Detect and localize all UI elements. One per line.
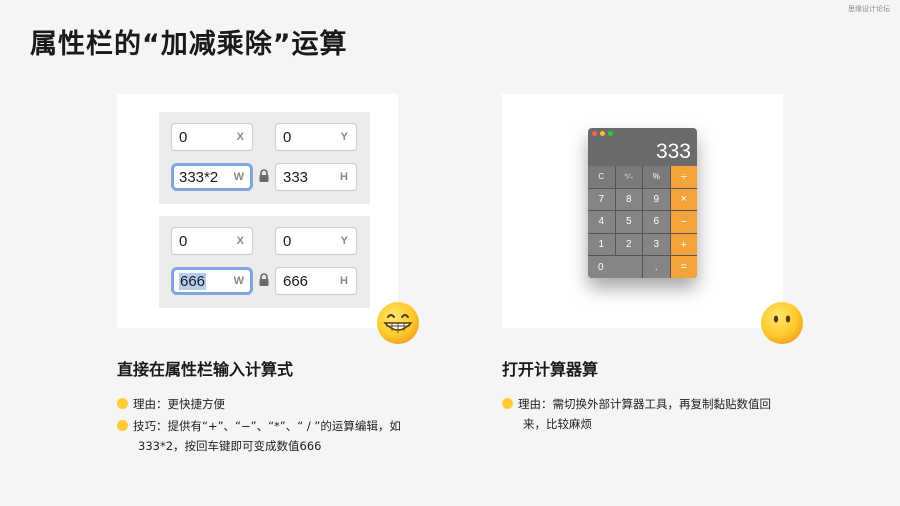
- neutral-face-icon: [502, 398, 513, 409]
- percent-key[interactable]: %: [643, 166, 670, 188]
- decimal-key[interactable]: .: [643, 256, 670, 278]
- x-label: X: [236, 131, 244, 143]
- x-field[interactable]: 0 X: [171, 123, 253, 151]
- height-value: 333: [283, 168, 309, 186]
- left-reason-text: 理由：更快捷方便: [133, 397, 225, 411]
- digit-8-key[interactable]: 8: [615, 188, 642, 211]
- close-icon[interactable]: [592, 131, 597, 136]
- height-field[interactable]: 333 H: [275, 163, 357, 191]
- height-label: H: [340, 275, 348, 287]
- zoom-icon[interactable]: [608, 131, 613, 136]
- y-field[interactable]: 0 Y: [275, 227, 357, 255]
- y-value: 0: [283, 232, 292, 250]
- height-label: H: [340, 171, 348, 183]
- left-tip-line2: 333*2，按回车键即可变成数值666: [138, 439, 322, 453]
- y-label: Y: [340, 131, 348, 143]
- y-field[interactable]: 0 Y: [275, 123, 357, 151]
- digit-4-key[interactable]: 4: [588, 211, 615, 233]
- digit-9-key[interactable]: 9: [643, 188, 670, 211]
- neutral-face-icon: [761, 302, 803, 344]
- width-field[interactable]: 333*2 W: [171, 163, 253, 191]
- equals-key[interactable]: =: [670, 256, 697, 278]
- divide-key[interactable]: ÷: [670, 166, 697, 188]
- right-section-title: 打开计算器算: [502, 360, 599, 379]
- height-value: 666: [283, 272, 309, 290]
- digit-0-key[interactable]: 0: [588, 256, 642, 278]
- subtract-key[interactable]: −: [670, 211, 697, 233]
- x-value: 0: [179, 128, 188, 146]
- x-label: X: [236, 235, 244, 247]
- y-value: 0: [283, 128, 292, 146]
- minimize-icon[interactable]: [600, 131, 605, 136]
- calculator-keypad: C ⁺∕₋ % ÷ 7 8 9 × 4 5 6 − 1 2 3 + 0 . =: [588, 166, 697, 278]
- add-key[interactable]: +: [670, 233, 697, 256]
- sign-key[interactable]: ⁺∕₋: [615, 166, 642, 188]
- left-tip: 技巧：提供有“+”、“−”、“*”、“ / ”的运算编辑，如 333*2，按回车…: [117, 416, 401, 456]
- y-label: Y: [340, 235, 348, 247]
- lock-icon[interactable]: [258, 169, 270, 183]
- right-reason-line1: 理由：需切换外部计算器工具，再复制黏贴数值回: [518, 397, 771, 411]
- calculator-window[interactable]: 333 C ⁺∕₋ % ÷ 7 8 9 × 4 5 6 − 1 2 3 + 0 …: [588, 128, 697, 278]
- height-field[interactable]: 666 H: [275, 267, 357, 295]
- calculator-card: 333 C ⁺∕₋ % ÷ 7 8 9 × 4 5 6 − 1 2 3 + 0 …: [502, 94, 783, 328]
- property-group-after: 0 X 0 Y 666 W 666 H: [159, 216, 370, 308]
- left-tip-line1: 技巧：提供有“+”、“−”、“*”、“ / ”的运算编辑，如: [133, 419, 401, 433]
- digit-7-key[interactable]: 7: [588, 188, 615, 211]
- watermark: 思缘设计论坛: [848, 5, 890, 13]
- width-value: 333*2: [179, 168, 219, 186]
- right-reason: 理由：需切换外部计算器工具，再复制黏贴数值回 来，比较麻烦: [502, 394, 771, 434]
- left-section-title: 直接在属性栏输入计算式: [117, 360, 294, 379]
- x-field[interactable]: 0 X: [171, 227, 253, 255]
- right-reason-line2: 来，比较麻烦: [523, 417, 592, 431]
- digit-6-key[interactable]: 6: [643, 211, 670, 233]
- property-group-before: 0 X 0 Y 333*2 W 333 H: [159, 112, 370, 204]
- clear-key[interactable]: C: [588, 166, 615, 188]
- calculator-display: 333: [655, 140, 691, 163]
- width-label: W: [233, 171, 244, 183]
- grinning-face-icon: [377, 302, 419, 344]
- width-label: W: [233, 275, 244, 287]
- width-field[interactable]: 666 W: [171, 267, 253, 295]
- calculator-titlebar[interactable]: [588, 128, 697, 138]
- multiply-key[interactable]: ×: [670, 188, 697, 211]
- digit-5-key[interactable]: 5: [615, 211, 642, 233]
- digit-1-key[interactable]: 1: [588, 233, 615, 256]
- lock-icon[interactable]: [258, 273, 270, 287]
- page-title: 属性栏的“加减乘除”运算: [30, 29, 348, 60]
- digit-2-key[interactable]: 2: [615, 233, 642, 256]
- property-bar-card: 0 X 0 Y 333*2 W 333 H 0 X 0 Y 666 W 666 …: [117, 94, 398, 328]
- width-value-selected: 666: [179, 272, 207, 290]
- left-reason: 理由：更快捷方便: [117, 394, 225, 414]
- grinning-face-icon: [117, 398, 128, 409]
- grinning-face-icon: [117, 420, 128, 431]
- x-value: 0: [179, 232, 188, 250]
- digit-3-key[interactable]: 3: [643, 233, 670, 256]
